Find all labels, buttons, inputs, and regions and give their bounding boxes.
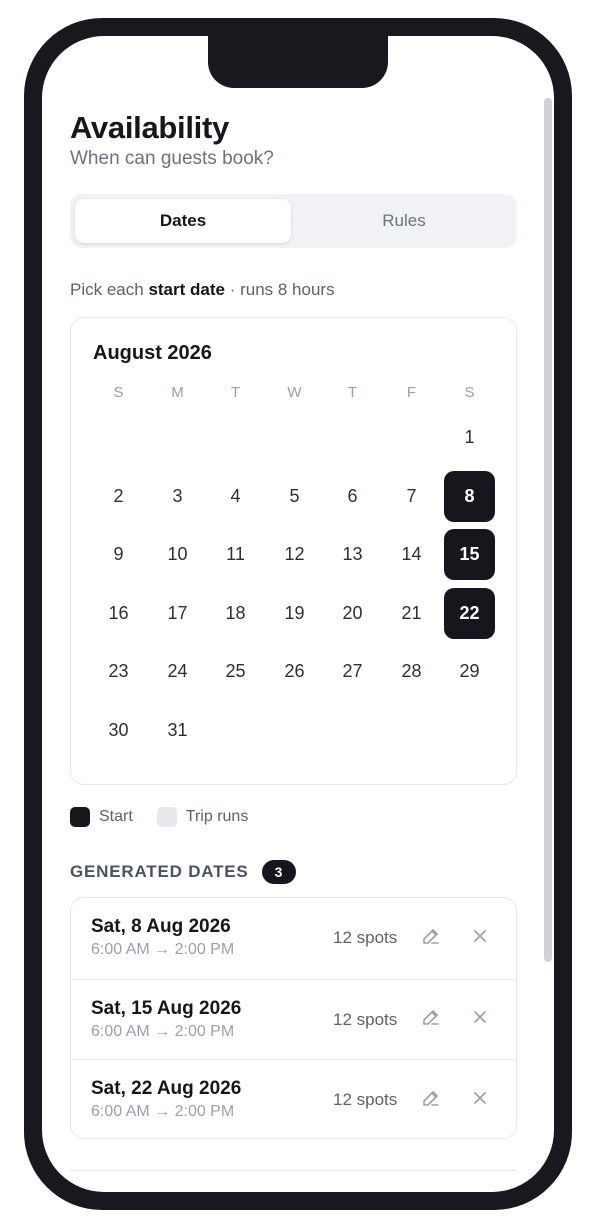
hint-suffix: · runs 8 hours: [224, 280, 335, 299]
generated-dates-count-badge: 3: [261, 860, 296, 884]
pencil-icon: [421, 1088, 441, 1113]
item-spots: 12 spots: [333, 1090, 398, 1109]
calendar-day[interactable]: 23: [93, 646, 144, 697]
remove-button[interactable]: [468, 1008, 492, 1032]
calendar-day[interactable]: 30: [93, 705, 144, 756]
edit-button[interactable]: [419, 1008, 443, 1032]
calendar-day[interactable]: 25: [210, 646, 261, 697]
item-time: 6:00 AM → 2:00 PM: [91, 1022, 235, 1040]
calendar-day[interactable]: 24: [152, 646, 203, 697]
calendar-day[interactable]: 19: [269, 588, 320, 639]
remove-button[interactable]: [468, 1088, 492, 1112]
legend: Start Trip runs: [70, 807, 248, 827]
calendar-day[interactable]: 17: [152, 588, 203, 639]
legend-start-label: Start: [99, 808, 133, 825]
generated-dates-list: Sat, 8 Aug 2026 6:00 AM → 2:00 PM 12 spots…: [70, 897, 517, 1139]
instruction-text: Pick each start date · runs 8 hours: [70, 280, 335, 300]
page-title: Availability: [70, 110, 229, 145]
weekday-header: S: [113, 384, 124, 401]
calendar-day[interactable]: 31: [152, 705, 203, 756]
device-notch: [208, 36, 388, 88]
calendar-day[interactable]: 29: [444, 646, 495, 697]
calendar-day[interactable]: 6: [327, 471, 378, 522]
hint-strong: start date: [148, 280, 225, 299]
calendar-day[interactable]: 18: [210, 588, 261, 639]
calendar-day[interactable]: 1: [444, 412, 495, 463]
item-time: 6:00 AM → 2:00 PM: [91, 1103, 235, 1120]
hint-prefix: Pick each: [70, 280, 149, 299]
calendar-day[interactable]: 26: [269, 646, 320, 697]
item-date: Sat, 22 Aug 2026: [91, 1078, 242, 1099]
pencil-icon: [421, 926, 441, 951]
weekday-header: M: [171, 384, 184, 401]
close-icon: [472, 1090, 488, 1111]
legend-trip-swatch: [156, 807, 177, 827]
close-icon: [472, 1009, 488, 1030]
calendar-day[interactable]: 5: [269, 471, 320, 522]
item-spots: 12 spots: [333, 1009, 398, 1029]
tab-switcher: Dates Rules: [70, 194, 517, 248]
generated-dates-label: GENERATED DATES: [70, 862, 249, 881]
item-time: 6:00 AM → 2:00 PM: [91, 941, 235, 958]
item-date: Sat, 8 Aug 2026: [91, 916, 231, 937]
calendar-day[interactable]: 12: [269, 529, 320, 580]
calendar-day[interactable]: 3: [152, 471, 203, 522]
calendar-day-start[interactable]: 22: [444, 587, 495, 639]
edit-button[interactable]: [419, 926, 443, 950]
calendar-month-label: August 2026: [93, 342, 212, 364]
list-item: Sat, 22 Aug 2026 6:00 AM → 2:00 PM 12 spot…: [71, 1059, 516, 1138]
calendar-day[interactable]: 16: [93, 588, 144, 639]
calendar-day[interactable]: 20: [327, 588, 378, 639]
calendar-day-start[interactable]: 8: [444, 470, 495, 522]
weekday-header: S: [464, 384, 475, 401]
calendar-day[interactable]: 14: [386, 529, 437, 580]
item-spots: 12 spots: [333, 928, 398, 947]
calendar-day[interactable]: 11: [210, 529, 261, 580]
calendar-day[interactable]: 4: [210, 471, 261, 522]
calendar: August 2026 S M T W T F S 1 2 3 4 5 6 7 8 9 10 11 12 13 14 15…: [70, 317, 517, 785]
legend-start-swatch: [70, 807, 90, 827]
phone-frame: Availability When can guests book? Dates…: [24, 18, 572, 1210]
weekday-header: F: [406, 384, 417, 401]
calendar-day[interactable]: 13: [327, 529, 378, 580]
calendar-day[interactable]: 28: [386, 646, 437, 697]
phone-screen: Availability When can guests book? Dates…: [42, 36, 554, 1192]
list-item: Sat, 8 Aug 2026 6:00 AM → 2:00 PM 12 spots: [71, 898, 516, 978]
legend-trip-label: Trip runs: [185, 808, 249, 825]
item-date: Sat, 15 Aug 2026: [91, 997, 242, 1019]
calendar-day[interactable]: 7: [386, 471, 437, 522]
list-item: Sat, 15 Aug 2026 6:00 AM → 2:00 PM 12 spot…: [71, 978, 516, 1059]
calendar-day[interactable]: 27: [327, 646, 378, 697]
tab-rules[interactable]: Rules: [296, 199, 512, 243]
weekday-header: T: [230, 384, 241, 401]
calendar-day[interactable]: 2: [93, 471, 144, 522]
close-icon: [472, 928, 488, 949]
pencil-icon: [421, 1007, 441, 1032]
scrollbar[interactable]: [544, 98, 552, 962]
divider: [70, 1170, 517, 1171]
calendar-day[interactable]: 9: [93, 529, 144, 580]
calendar-day[interactable]: 10: [152, 529, 203, 580]
generated-dates-header: GENERATED DATES 3: [70, 860, 296, 884]
calendar-day-start[interactable]: 15: [444, 529, 495, 581]
page-subtitle: When can guests book?: [70, 148, 274, 169]
edit-button[interactable]: [419, 1088, 443, 1112]
calendar-day[interactable]: 21: [386, 588, 437, 639]
weekday-header: W: [287, 384, 302, 401]
tab-dates[interactable]: Dates: [75, 199, 291, 243]
remove-button[interactable]: [468, 926, 492, 950]
weekday-header: T: [347, 384, 358, 401]
